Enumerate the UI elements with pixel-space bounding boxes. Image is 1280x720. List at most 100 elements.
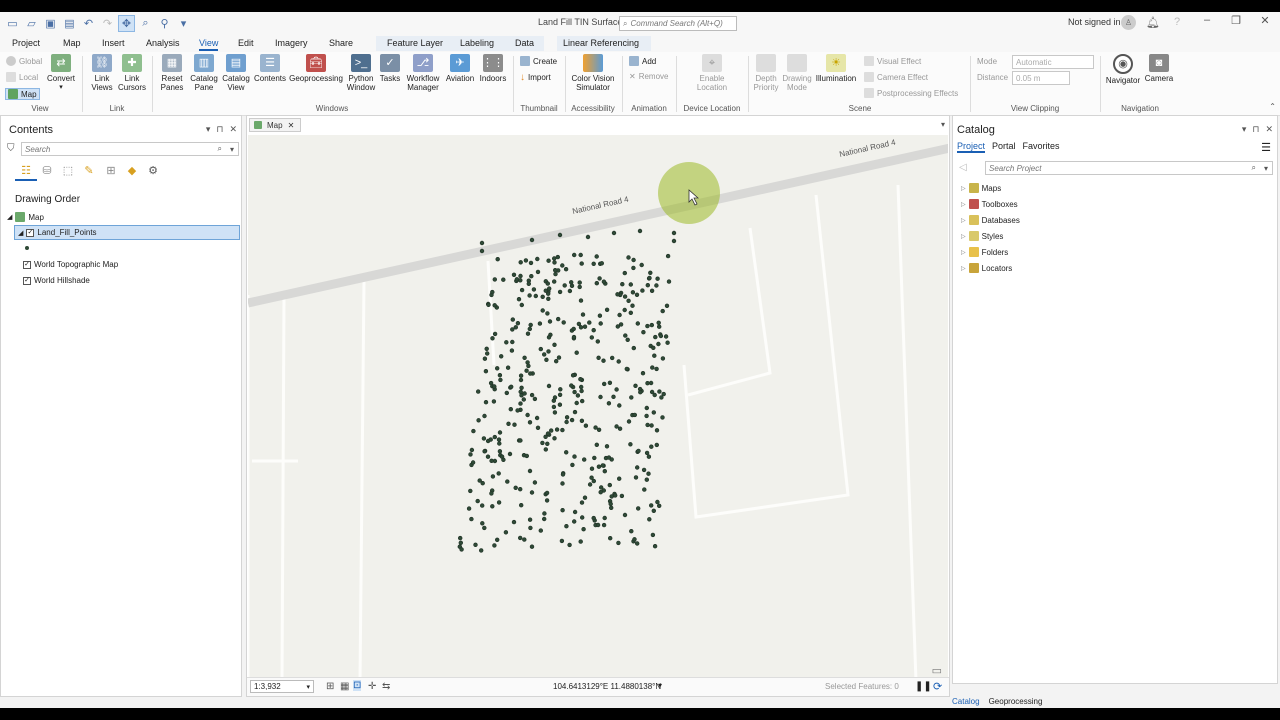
expand-arrow-icon[interactable]: ▷ [961, 233, 966, 240]
tab-portal[interactable]: Portal [992, 141, 1016, 153]
filter-icon[interactable]: ⛉ [7, 143, 15, 154]
close-icon[interactable]: ✕ [229, 124, 237, 135]
color-vision-simulator-button[interactable]: Color Vision Simulator [570, 54, 616, 92]
tab-linear-referencing[interactable]: Linear Referencing [557, 36, 651, 51]
expand-arrow-icon[interactable]: ▷ [961, 265, 966, 272]
geoprocessing-button[interactable]: 🧰︎ Geoprocessing [288, 54, 344, 83]
layer-visibility-checkbox[interactable]: ✓ [23, 276, 31, 285]
refresh-icon[interactable]: ⟳ [933, 680, 942, 693]
tab-map[interactable]: Map [63, 38, 81, 48]
zoom-icon[interactable]: ⌕ [137, 15, 154, 32]
chevron-down-icon[interactable]: ▾ [941, 120, 945, 129]
depth-priority-button[interactable]: Depth Priority [752, 54, 780, 92]
clipping-distance-input[interactable]: 0.05 m [1012, 71, 1070, 85]
crosshair-icon[interactable]: ✛ [368, 681, 376, 692]
expand-arrow-icon[interactable]: ▷ [961, 201, 966, 208]
tab-analysis[interactable]: Analysis [146, 38, 180, 48]
tab-imagery[interactable]: Imagery [275, 38, 308, 48]
help-icon[interactable]: ? [1174, 16, 1180, 28]
list-by-data-source-icon[interactable]: ⛁ [40, 163, 54, 177]
tab-data[interactable]: Data [515, 38, 534, 48]
workflow-manager-button[interactable]: ⎇ Workflow Manager [404, 54, 442, 92]
catalog-view-button[interactable]: ▤ Catalog View [221, 54, 251, 92]
tasks-button[interactable]: ✓ Tasks [378, 54, 402, 83]
link-views-button[interactable]: ⛓ Link Views [88, 54, 116, 92]
close-icon[interactable]: ✕ [1265, 124, 1273, 135]
visual-effect-button[interactable]: Visual Effect [864, 56, 921, 66]
catalog-item-maps[interactable]: ▷ Maps [961, 183, 1001, 193]
customize-dropdown-icon[interactable]: ▾ [175, 15, 192, 32]
command-search-input[interactable]: ⌕ Command Search (Alt+Q) [619, 16, 737, 31]
chevron-down-icon[interactable]: ▾ [230, 145, 234, 154]
drawing-mode-button[interactable]: Drawing Mode [782, 54, 812, 92]
pause-drawing-icon[interactable]: ❚❚ [915, 681, 932, 692]
list-by-editing-icon[interactable]: ✎ [82, 163, 96, 177]
selected-features-count[interactable]: Selected Features: 0 [825, 682, 899, 691]
map-view-button[interactable]: Map [5, 88, 40, 100]
tab-project[interactable]: Project [12, 38, 40, 48]
undo-icon[interactable]: ↶ [80, 15, 97, 32]
layer-world-topographic-map[interactable]: ✓ World Topographic Map [23, 260, 118, 269]
open-icon[interactable]: ▱ [23, 15, 40, 32]
tab-view[interactable]: View [199, 38, 219, 51]
tab-insert[interactable]: Insert [102, 38, 125, 48]
save-icon[interactable]: ▣ [42, 15, 59, 32]
list-by-perspective-icon[interactable]: ⚙ [146, 163, 160, 177]
remove-animation-button[interactable]: ✕ Remove [629, 72, 669, 81]
grid-icon[interactable]: ▦ [340, 681, 349, 692]
layer-world-hillshade[interactable]: ✓ World Hillshade [23, 276, 90, 285]
back-icon[interactable]: ◁ [959, 162, 967, 173]
list-by-drawing-order-icon[interactable]: ☷ [19, 163, 33, 177]
catalog-item-toolboxes[interactable]: ▷ Toolboxes [961, 199, 1018, 209]
layer-visibility-checkbox[interactable]: ✓ [26, 228, 35, 237]
collapse-ribbon-icon[interactable]: ⌃ [1269, 102, 1276, 111]
pane-options-icon[interactable]: ▾ [206, 124, 211, 135]
overview-toggle-icon[interactable]: ▭ [932, 664, 942, 677]
navigator-button[interactable]: ◉ Navigator [1104, 54, 1142, 85]
python-window-button[interactable]: >_ Python Window [345, 54, 377, 92]
link-cursors-button[interactable]: ✚ Link Cursors [118, 54, 146, 92]
layer-land-fill-points[interactable]: ◢ ✓ Land_Fill_Points [14, 225, 240, 240]
tab-project[interactable]: Project [957, 141, 986, 153]
pane-options-icon[interactable]: ▾ [1242, 124, 1247, 135]
collapse-arrow-icon[interactable]: ◢ [7, 213, 12, 221]
tab-geoprocessing[interactable]: Geoprocessing [989, 697, 1043, 706]
catalog-pane-button[interactable]: ▥ Catalog Pane [189, 54, 219, 92]
chevron-down-icon[interactable]: ▾ [1264, 164, 1268, 173]
add-animation-button[interactable]: Add [629, 56, 656, 66]
create-thumbnail-button[interactable]: Create [520, 56, 557, 66]
aviation-button[interactable]: ✈ Aviation [444, 54, 476, 83]
illumination-button[interactable]: ☀ Illumination [814, 54, 858, 83]
tab-favorites[interactable]: Favorites [1023, 141, 1060, 153]
contents-button[interactable]: ☰ Contents [253, 54, 287, 83]
reset-panes-button[interactable]: ▦ Reset Panes [157, 54, 187, 92]
map-scale-select[interactable]: 1:3,932 ▾ [250, 680, 314, 693]
snapping-icon[interactable]: ⊡ [353, 680, 362, 691]
explore-tool-icon[interactable]: ✥ [118, 15, 135, 32]
avatar[interactable]: ♙ [1121, 15, 1136, 30]
camera-button[interactable]: ◙ Camera [1144, 54, 1174, 83]
tab-catalog[interactable]: Catalog [952, 697, 980, 706]
redo-icon[interactable]: ↷ [99, 15, 116, 32]
expand-arrow-icon[interactable]: ▷ [961, 185, 966, 192]
expand-arrow-icon[interactable]: ▷ [961, 249, 966, 256]
catalog-item-folders[interactable]: ▷ Folders [961, 247, 1008, 257]
convert-button[interactable]: ⇄ Convert ▾ [47, 54, 75, 92]
list-by-selection-icon[interactable]: ⬚ [61, 163, 75, 177]
enable-location-button[interactable]: ⌖ Enable Location [692, 54, 732, 92]
catalog-item-locators[interactable]: ▷ Locators [961, 263, 1012, 273]
tab-labeling[interactable]: Labeling [460, 38, 494, 48]
print-icon[interactable]: ▤ [61, 15, 78, 32]
collapse-arrow-icon[interactable]: ◢ [18, 229, 23, 237]
notification-bell-icon[interactable]: 🔔︎ [1146, 16, 1160, 29]
postprocessing-effects-button[interactable]: Postprocessing Effects [864, 88, 958, 98]
pin-icon[interactable]: ⊓ [1252, 124, 1259, 135]
contents-search-input[interactable]: Search ⌕ ▾ [21, 142, 239, 156]
list-by-snapping-icon[interactable]: ⊞ [104, 163, 118, 177]
camera-effect-button[interactable]: Camera Effect [864, 72, 928, 82]
measure-icon[interactable]: ⚲ [156, 15, 173, 32]
pin-icon[interactable]: ⊓ [216, 124, 223, 135]
map-canvas[interactable]: National Road 4 National Road 4 ▭ [246, 135, 951, 682]
catalog-item-styles[interactable]: ▷ Styles [961, 231, 1003, 241]
fixed-zoom-icon[interactable]: ⊞ [326, 681, 334, 692]
